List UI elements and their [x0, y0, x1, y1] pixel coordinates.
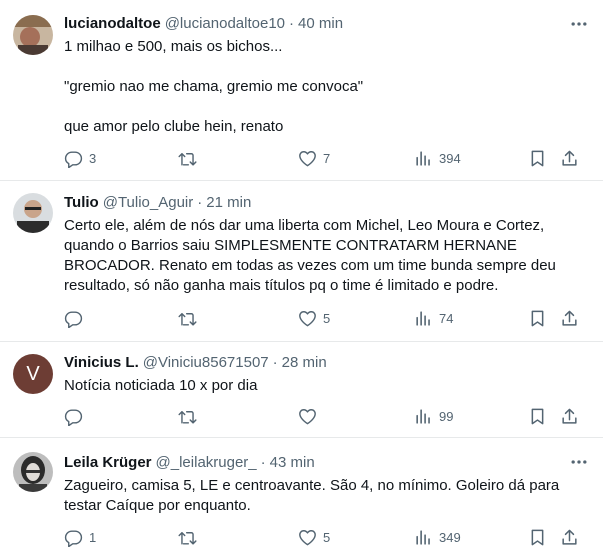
- author-name[interactable]: Tulio: [64, 194, 99, 211]
- tweet-text: Zagueiro, camisa 5, LE e centroavante. S…: [64, 477, 564, 514]
- reply-button[interactable]: [64, 406, 83, 426]
- reply-count: 1: [89, 529, 97, 545]
- separator-dot: ·: [289, 15, 295, 32]
- author-handle[interactable]: @Viniciu85671507: [143, 354, 269, 371]
- reply-count: 3: [89, 150, 97, 166]
- share-icon: [560, 407, 579, 426]
- tweet-text: 1 milhao e 500, mais os bichos... "gremi…: [64, 38, 364, 135]
- tweet-tulio[interactable]: Tulio @Tulio_Aguir · 21 min Certo ele, além…: [0, 181, 603, 342]
- retweet-button[interactable]: [178, 308, 197, 328]
- reply-button[interactable]: 3: [64, 148, 96, 168]
- bookmark-button[interactable]: [528, 308, 547, 328]
- share-button[interactable]: [560, 527, 579, 547]
- tweet-header: Tulio @Tulio_Aguir · 21 min: [64, 193, 589, 213]
- bookmark-icon: [528, 309, 547, 328]
- like-icon: [298, 407, 317, 426]
- views-icon: [414, 407, 433, 426]
- timestamp[interactable]: 40 min: [298, 15, 343, 32]
- author-name[interactable]: Vinicius L.: [64, 354, 139, 371]
- separator-dot: ·: [197, 194, 203, 211]
- avatar[interactable]: V: [13, 354, 53, 394]
- share-icon: [560, 149, 579, 168]
- avatar[interactable]: [13, 193, 53, 233]
- bookmark-button[interactable]: [528, 527, 547, 547]
- timestamp[interactable]: 43 min: [270, 454, 315, 471]
- like-count: 5: [323, 529, 331, 545]
- retweet-button[interactable]: [178, 527, 197, 547]
- views-icon: [414, 149, 433, 168]
- timestamp[interactable]: 21 min: [206, 194, 251, 211]
- tweet-header: lucianodaltoe @lucianodaltoe10 · 40 min: [64, 14, 589, 34]
- view-count: 74: [439, 310, 454, 326]
- tweet-text: Certo ele, além de nós dar uma liberta c…: [64, 217, 561, 294]
- view-count: 394: [439, 150, 461, 166]
- separator-dot: ·: [272, 354, 278, 371]
- tweet-text: Notícia noticiada 10 x por dia: [64, 377, 258, 394]
- like-button[interactable]: [298, 406, 317, 426]
- reply-icon: [64, 528, 83, 547]
- tweet-leila[interactable]: Leila Krüger @_leilakruger_ · 43 min Zaguei…: [0, 438, 603, 558]
- avatar-letter: V: [26, 362, 40, 385]
- more-icon[interactable]: [569, 14, 589, 34]
- view-count: 349: [439, 529, 461, 545]
- reply-icon: [64, 309, 83, 328]
- view-count: 99: [439, 408, 454, 424]
- author-name[interactable]: lucianodaltoe: [64, 15, 161, 32]
- share-button[interactable]: [560, 148, 579, 168]
- retweet-icon: [178, 309, 197, 328]
- reply-button[interactable]: [64, 308, 83, 328]
- bookmark-button[interactable]: [528, 148, 547, 168]
- separator-dot: ·: [260, 454, 266, 471]
- like-icon: [298, 528, 317, 547]
- avatar[interactable]: [13, 15, 53, 55]
- reply-icon: [64, 407, 83, 426]
- like-button[interactable]: 7: [298, 148, 330, 168]
- retweet-icon: [178, 528, 197, 547]
- bookmark-icon: [528, 407, 547, 426]
- retweet-icon: [178, 149, 197, 168]
- views-button[interactable]: 99: [414, 406, 453, 426]
- retweet-button[interactable]: [178, 406, 197, 426]
- share-icon: [560, 309, 579, 328]
- tweet-header: Leila Krüger @_leilakruger_ · 43 min: [64, 453, 589, 473]
- like-icon: [298, 309, 317, 328]
- like-count: 5: [323, 310, 331, 326]
- like-button[interactable]: 5: [298, 527, 330, 547]
- views-icon: [414, 528, 433, 547]
- author-handle[interactable]: @lucianodaltoe10: [165, 15, 285, 32]
- views-icon: [414, 309, 433, 328]
- tweet-header: Vinicius L. @Viniciu85671507 · 28 min: [64, 353, 589, 373]
- retweet-icon: [178, 407, 197, 426]
- more-icon[interactable]: [569, 452, 589, 472]
- views-button[interactable]: 74: [414, 308, 453, 328]
- author-handle[interactable]: @Tulio_Aguir: [103, 194, 194, 211]
- reply-icon: [64, 149, 83, 168]
- author-name[interactable]: Leila Krüger: [64, 454, 152, 471]
- like-button[interactable]: 5: [298, 308, 330, 328]
- author-handle[interactable]: @_leilakruger_: [156, 454, 257, 471]
- retweet-button[interactable]: [178, 148, 197, 168]
- like-icon: [298, 149, 317, 168]
- reply-button[interactable]: 1: [64, 527, 96, 547]
- views-button[interactable]: 349: [414, 527, 461, 547]
- tweet-vinicius[interactable]: V Vinicius L. @Viniciu85671507 · 28 min Not…: [0, 342, 603, 438]
- share-icon: [560, 528, 579, 547]
- bookmark-icon: [528, 149, 547, 168]
- avatar[interactable]: [13, 452, 53, 492]
- views-button[interactable]: 394: [414, 148, 461, 168]
- tweet-lucianodaltoe[interactable]: lucianodaltoe @lucianodaltoe10 · 40 min 1 m…: [0, 0, 603, 181]
- bookmark-button[interactable]: [528, 406, 547, 426]
- share-button[interactable]: [560, 308, 579, 328]
- share-button[interactable]: [560, 406, 579, 426]
- bookmark-icon: [528, 528, 547, 547]
- timestamp[interactable]: 28 min: [282, 354, 327, 371]
- like-count: 7: [323, 150, 331, 166]
